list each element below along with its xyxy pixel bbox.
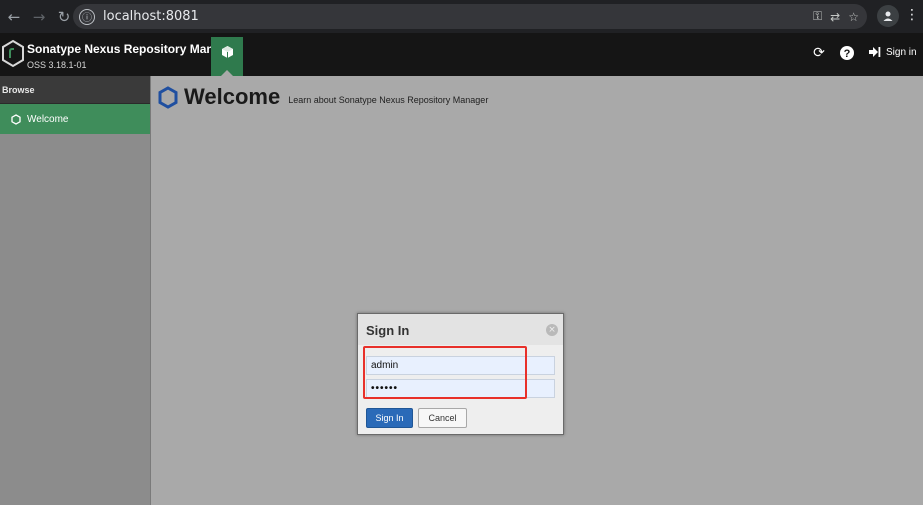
- header-signin-link[interactable]: Sign in: [868, 46, 917, 58]
- reload-icon[interactable]: ↻: [53, 6, 75, 28]
- page-title: Welcome: [184, 84, 281, 109]
- sidebar: Browse Welcome: [0, 76, 151, 505]
- key-icon[interactable]: ⚿: [813, 9, 822, 24]
- profile-icon[interactable]: [877, 5, 899, 27]
- dialog-title: Sign In: [366, 323, 410, 338]
- browser-toolbar: ← → ↻ ⓘ localhost:8081 ⚿ ⇄ ☆ ⋮: [0, 0, 923, 33]
- cube-icon: [221, 46, 233, 58]
- page-subtitle: Learn about Sonatype Nexus Repository Ma…: [288, 95, 489, 105]
- sidebar-header: Browse: [0, 76, 150, 104]
- refresh-icon[interactable]: ⟳: [811, 45, 827, 61]
- highlight-box: [363, 346, 527, 399]
- url-text[interactable]: localhost:8081: [103, 9, 199, 24]
- back-icon[interactable]: ←: [3, 6, 25, 28]
- sign-in-icon: [869, 47, 881, 57]
- browse-mode-button[interactable]: [211, 37, 243, 76]
- welcome-hexagon-icon: [158, 85, 178, 109]
- app-version: OSS 3.18.1-01: [27, 60, 87, 70]
- site-info-icon[interactable]: ⓘ: [79, 8, 95, 25]
- browser-menu-icon[interactable]: ⋮: [905, 7, 919, 23]
- sidebar-item-label: Welcome: [27, 113, 69, 125]
- nexus-logo-icon: [1, 39, 24, 68]
- app-title: Sonatype Nexus Repository Manager: [27, 42, 240, 56]
- close-icon[interactable]: ×: [546, 324, 558, 336]
- active-tab-caret: [221, 70, 233, 76]
- help-icon[interactable]: ?: [839, 45, 855, 61]
- address-bar[interactable]: ⓘ localhost:8081 ⚿ ⇄ ☆: [73, 4, 867, 29]
- sidebar-item-welcome[interactable]: Welcome: [0, 104, 150, 134]
- dialog-header: Sign In ×: [358, 314, 563, 345]
- page-title-block: Welcome Learn about Sonatype Nexus Repos…: [158, 84, 488, 110]
- svg-text:?: ?: [844, 48, 851, 60]
- signin-button[interactable]: Sign In: [366, 408, 413, 428]
- header-signin-label[interactable]: Sign in: [886, 47, 917, 58]
- hexagon-icon: [11, 113, 21, 125]
- address-bar-actions: ⚿ ⇄ ☆: [813, 4, 859, 29]
- translate-icon[interactable]: ⇄: [830, 10, 840, 24]
- bookmark-star-icon[interactable]: ☆: [848, 10, 859, 24]
- forward-icon[interactable]: →: [28, 6, 50, 28]
- cancel-button[interactable]: Cancel: [418, 408, 467, 428]
